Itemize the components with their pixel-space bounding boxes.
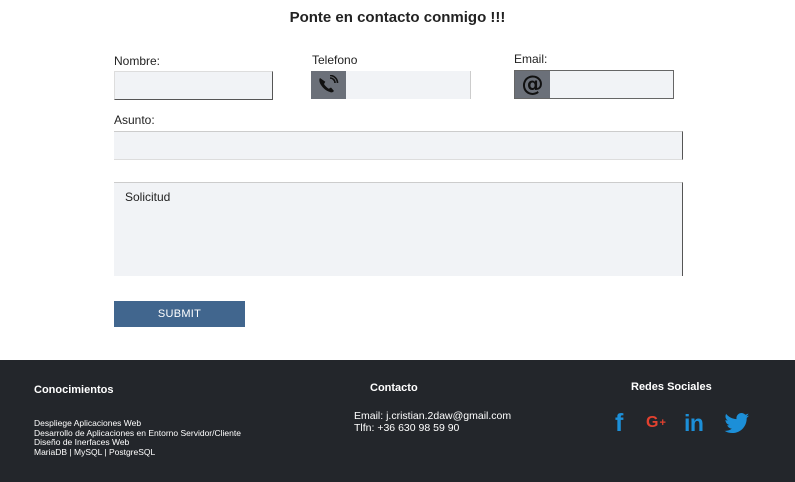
solicitud-textarea[interactable] <box>114 182 683 276</box>
contacto-info: Email: j.cristian.2daw@gmail.com Tlfn: +… <box>354 410 512 434</box>
email-input[interactable] <box>551 71 675 100</box>
google-plus-icon[interactable]: G + <box>646 415 666 431</box>
telefono-field[interactable] <box>311 71 471 101</box>
submit-button[interactable]: SUBMIT <box>114 301 245 327</box>
telefono-input[interactable] <box>347 71 471 101</box>
conocimientos-list: Despliege Aplicaciones Web Desarrollo de… <box>34 418 241 458</box>
email-label: Email: <box>514 52 548 66</box>
page-title: Ponte en contacto conmigo !!! <box>289 9 506 26</box>
email-field[interactable]: @ <box>514 70 675 100</box>
nombre-input[interactable] <box>114 71 273 100</box>
asunto-label: Asunto: <box>114 113 155 127</box>
nombre-label: Nombre: <box>114 54 161 68</box>
linkedin-icon[interactable]: in <box>684 412 704 435</box>
at-sign-icon: @ <box>515 71 550 98</box>
redes-heading: Redes Sociales <box>631 381 712 393</box>
contacto-phone: Tlfn: +36 630 98 59 90 <box>354 421 460 434</box>
list-item: MariaDB | MySQL | PostgreSQL <box>34 447 156 458</box>
footer: Conocimientos Despliege Aplicaciones Web… <box>0 360 795 482</box>
asunto-input[interactable] <box>114 131 683 160</box>
contacto-email: Email: j.cristian.2daw@gmail.com <box>354 410 512 422</box>
conocimientos-heading: Conocimientos <box>34 384 114 396</box>
telefono-label: Telefono <box>312 53 358 67</box>
twitter-icon[interactable] <box>723 413 751 435</box>
facebook-icon[interactable]: f <box>615 411 623 436</box>
phone-icon <box>311 71 346 99</box>
contacto-heading: Contacto <box>370 382 418 394</box>
